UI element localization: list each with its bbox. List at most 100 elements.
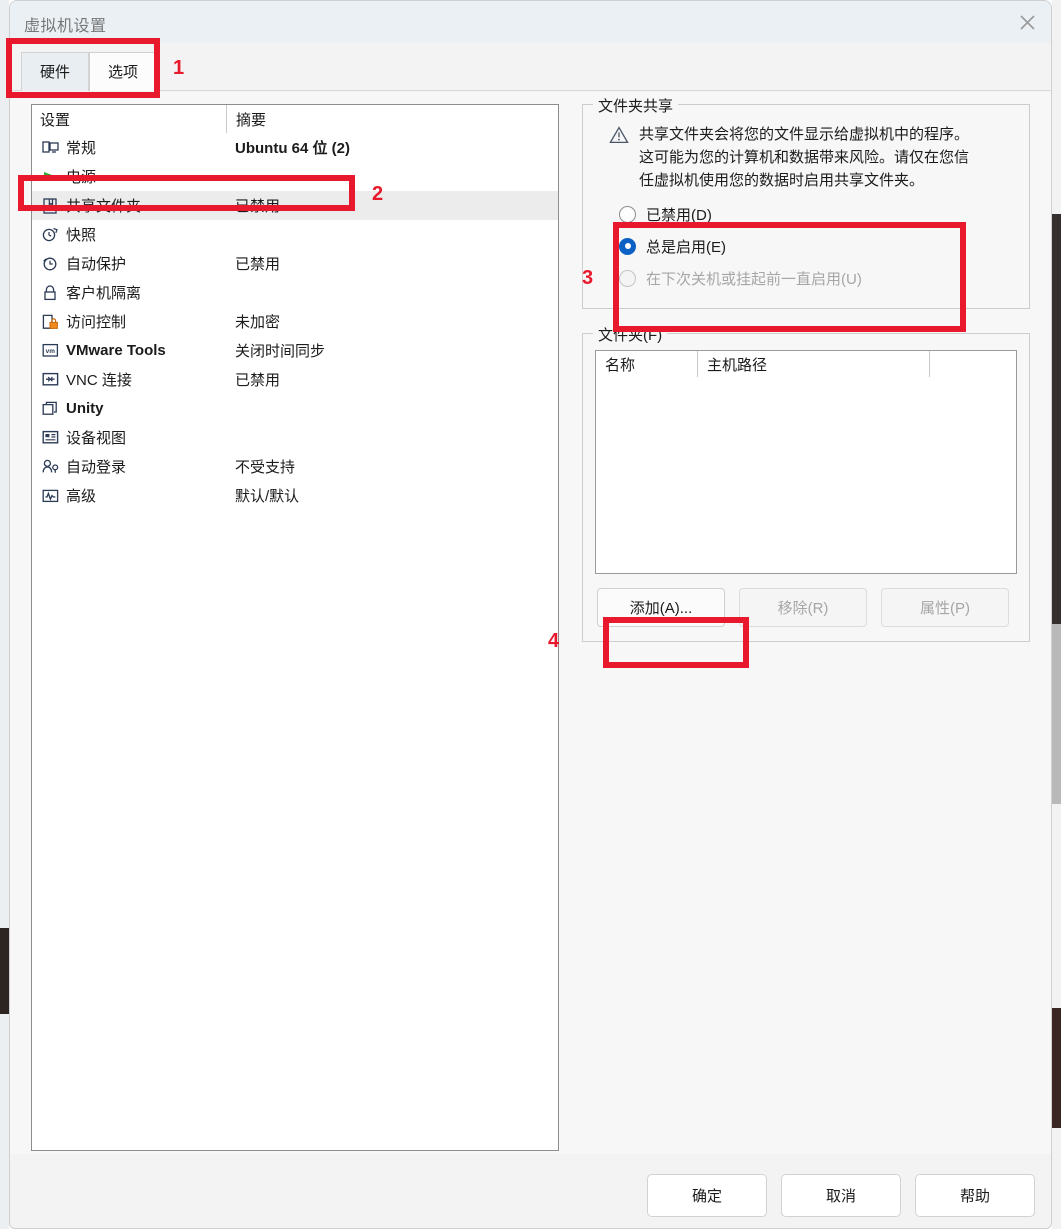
settings-row-text: VMware Tools	[66, 342, 166, 359]
folders-table[interactable]: 名称 主机路径	[595, 350, 1017, 574]
background-left-strip	[0, 0, 9, 1229]
settings-row-label: Unity	[32, 400, 226, 418]
settings-row-autologin[interactable]: 自动登录 不受支持	[32, 452, 558, 481]
folder-sharing-warning: 共享文件夹会将您的文件显示给虚拟机中的程序。这可能为您的计算机和数据带来风险。请…	[597, 121, 1015, 192]
folder-properties-button: 属性(P)	[881, 588, 1009, 627]
folders-column-header-spacer	[930, 351, 1016, 377]
settings-row-summary: 已禁用	[235, 256, 281, 273]
background-right-window-mid	[1052, 624, 1061, 804]
footer-button-row: 确定 取消 帮助	[647, 1174, 1035, 1217]
folder-sharing-group-title: 文件夹共享	[593, 95, 679, 116]
access-control-icon	[40, 313, 60, 331]
background-right-window-bottom	[1052, 1008, 1061, 1128]
column-header-summary: 摘要	[226, 105, 558, 133]
settings-row-unity[interactable]: Unity	[32, 394, 558, 423]
settings-list-header: 设置 摘要	[32, 105, 558, 133]
settings-list-panel: 设置 摘要 常规 Ubuntu 64 位 (2) 电源 共享文件夹 已禁用 快照…	[31, 104, 559, 1151]
settings-row-label: 快照	[32, 224, 226, 245]
settings-row-label: 高级	[32, 485, 226, 506]
lock-icon	[40, 284, 60, 302]
folder-sharing-warning-text: 共享文件夹会将您的文件显示给虚拟机中的程序。这可能为您的计算机和数据带来风险。请…	[639, 126, 970, 189]
close-button[interactable]	[1003, 1, 1051, 43]
settings-row-text: VNC 连接	[66, 372, 132, 389]
right-column: 文件夹共享 共享文件夹会将您的文件显示给虚拟机中的程序。这可能为您的计算机和数据…	[582, 95, 1030, 642]
radio-option-always-enabled[interactable]: 总是启用(E)	[619, 230, 1015, 262]
advanced-icon	[40, 487, 60, 505]
radio-option-label: 在下次关机或挂起前一直启用(U)	[646, 270, 862, 288]
settings-row-label: 设备视图	[32, 427, 226, 448]
add-folder-button[interactable]: 添加(A)...	[597, 588, 725, 627]
tab-hardware[interactable]: 硬件	[21, 52, 90, 91]
settings-row-text: 自动保护	[66, 256, 127, 273]
page-title: 虚拟机设置	[24, 18, 107, 35]
settings-row-label: 常规	[32, 137, 226, 158]
tab-strip: 硬件 选项	[10, 43, 1051, 91]
device-view-icon	[40, 429, 60, 447]
background-left-window	[0, 928, 9, 1014]
settings-row-advanced[interactable]: 高级 默认/默认	[32, 481, 558, 510]
radio-option-label: 总是启用(E)	[646, 238, 726, 256]
settings-row-label: 自动登录	[32, 456, 226, 477]
dialog-content: 设置 摘要 常规 Ubuntu 64 位 (2) 电源 共享文件夹 已禁用 快照…	[10, 92, 1051, 1154]
settings-row-access-control[interactable]: 访问控制 未加密	[32, 307, 558, 336]
remove-folder-button: 移除(R)	[739, 588, 867, 627]
settings-row-shared-folders[interactable]: 共享文件夹 已禁用	[32, 191, 558, 220]
settings-row-label: 共享文件夹	[32, 195, 226, 216]
settings-row-summary: Ubuntu 64 位 (2)	[235, 140, 350, 157]
folders-group: 文件夹(F) 名称 主机路径 添加(A)... 移除(R) 属性(P)	[582, 324, 1030, 642]
folders-column-header-host-path: 主机路径	[698, 351, 930, 377]
folder-sharing-group: 文件夹共享 共享文件夹会将您的文件显示给虚拟机中的程序。这可能为您的计算机和数据…	[582, 95, 1030, 309]
svg-text:vm: vm	[45, 348, 55, 355]
cancel-button[interactable]: 取消	[781, 1174, 901, 1217]
settings-row-power[interactable]: 电源	[32, 162, 558, 191]
help-button[interactable]: 帮助	[915, 1174, 1035, 1217]
settings-row-device-view[interactable]: 设备视图	[32, 423, 558, 452]
ok-button[interactable]: 确定	[647, 1174, 767, 1217]
settings-row-vnc[interactable]: VNC 连接 已禁用	[32, 365, 558, 394]
settings-row-label: 电源	[32, 166, 226, 187]
settings-row-text: 客户机隔离	[66, 285, 142, 302]
close-icon	[1019, 14, 1036, 31]
settings-row-summary: 默认/默认	[235, 488, 300, 505]
settings-row-text: 设备视图	[66, 430, 127, 447]
radio-circle-disabled-icon	[619, 269, 636, 287]
settings-row-label: 访问控制	[32, 311, 226, 332]
tab-options[interactable]: 选项	[89, 52, 158, 91]
autoprotect-icon	[40, 255, 60, 273]
settings-row-summary: 未加密	[235, 314, 281, 331]
settings-row-text: 自动登录	[66, 459, 127, 476]
settings-row-snapshot[interactable]: 快照	[32, 220, 558, 249]
settings-row-text: 常规	[66, 140, 97, 157]
settings-row-label: VNC 连接	[32, 369, 226, 390]
radio-option-until-shutdown: 在下次关机或挂起前一直启用(U)	[619, 262, 1015, 294]
settings-row-label: vm VMware Tools	[32, 342, 226, 360]
settings-row-text: Unity	[66, 400, 104, 417]
title-bar: 虚拟机设置	[10, 1, 1051, 43]
settings-row-guest-isolation[interactable]: 客户机隔离	[32, 278, 558, 307]
settings-row-label: 自动保护	[32, 253, 226, 274]
settings-row-text: 高级	[66, 488, 97, 505]
settings-row-vmware-tools[interactable]: vm VMware Tools 关闭时间同步	[32, 336, 558, 365]
power-play-icon	[40, 168, 60, 186]
settings-row-summary: 已禁用	[235, 198, 281, 215]
snapshot-clock-icon	[40, 226, 60, 244]
folder-sharing-radio-group: 已禁用(D) 总是启用(E) 在下次关机或挂起前一直启用(U)	[597, 192, 1015, 294]
radio-option-label: 已禁用(D)	[646, 206, 712, 224]
folders-group-title: 文件夹(F)	[593, 324, 668, 345]
settings-row-text: 共享文件夹	[66, 198, 142, 215]
settings-row-autoprotect[interactable]: 自动保护 已禁用	[32, 249, 558, 278]
settings-row-text: 访问控制	[66, 314, 127, 331]
settings-row-text: 电源	[66, 169, 97, 186]
settings-row-general[interactable]: 常规 Ubuntu 64 位 (2)	[32, 133, 558, 162]
vm-settings-dialog: 虚拟机设置 硬件 选项 设置 摘要 常规 Ubuntu 64 位 (2) 电源 …	[9, 0, 1052, 1229]
monitor-icon	[40, 139, 60, 157]
folders-button-row: 添加(A)... 移除(R) 属性(P)	[595, 588, 1017, 627]
warning-triangle-icon	[609, 126, 629, 148]
folders-table-header: 名称 主机路径	[596, 351, 1016, 377]
folders-column-header-name: 名称	[596, 351, 698, 377]
autologin-icon	[40, 458, 60, 476]
settings-row-summary: 已禁用	[235, 372, 281, 389]
radio-option-disabled[interactable]: 已禁用(D)	[619, 198, 1015, 230]
settings-row-summary: 不受支持	[235, 459, 296, 476]
settings-row-text: 快照	[66, 227, 97, 244]
